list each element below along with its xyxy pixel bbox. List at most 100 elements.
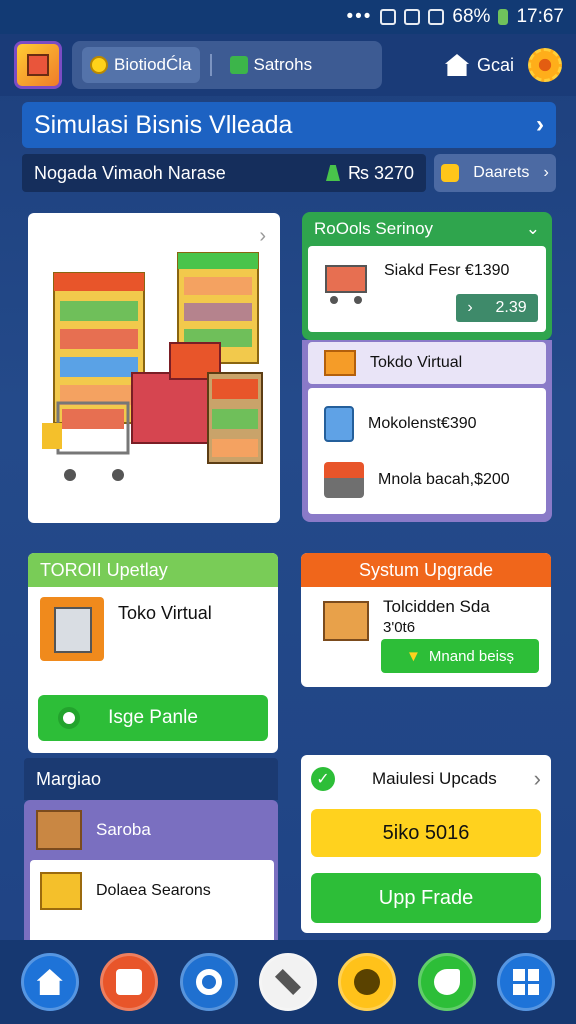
nav-grid-button[interactable] [497,953,556,1011]
app-bar: BiotiodĆla Satrohs Gcai [0,34,576,96]
store-panel: RoOols Serinoy ⌄ Siakd Fesr €1390 › 2.39 [302,212,552,340]
account-label: Gcai [476,54,514,75]
status-bar: ••• 68% 17:67 [0,0,576,34]
details-button[interactable]: Daarets › [434,154,556,192]
app-bar-actions: Gcai [444,48,562,82]
page-title: Simulasi Bisnis Vlleada [34,110,293,139]
battery-label: 68% [452,6,491,27]
module-price-button[interactable]: 5iko 5016 [311,809,541,857]
store-scene-image [42,252,263,481]
store-update-button-label: Isge Panle [108,707,198,728]
tab-divider [209,54,212,76]
store-panel-title: RoOols Serinoy [314,219,434,238]
crate-icon [36,810,82,850]
store-item-price-button[interactable]: › 2.39 [456,294,538,322]
status-dots: ••• [346,6,373,27]
tab-biotiodcla[interactable]: BiotiodĆla [82,47,200,83]
shelf-icon [40,872,82,910]
system-upgrade-button-label: Mnand beisș [428,647,514,665]
coin-icon [90,56,108,74]
page-title-bar[interactable]: Simulasi Bisnis Vlleada › [22,102,556,148]
sim-icon [380,9,397,25]
margin-panel: Saroba Dolaea Searons [24,800,278,950]
key-icon [354,969,381,995]
virtual-store-header[interactable]: Tokdo Virtual [308,342,546,384]
store-update-card: TOROII Upetlay Toko Virtual Isge Panle [28,553,278,753]
details-label: Daarets [473,164,530,181]
store-item-card[interactable]: Siakd Fesr €1390 › 2.39 [308,246,546,332]
system-upgrade-card: Systum Upgrade Tolcidden Sda 3'0t6 ▼ Mna… [301,553,551,687]
module-upgrade-header[interactable]: ✓ Maiulesi Upcads › [301,755,551,803]
list-item-label: Mnola bacah,$200 [378,471,510,488]
settings-gear-icon[interactable] [528,48,562,82]
module-upgrade-title: Maiulesi Upcads [371,769,497,788]
wrench-icon [274,969,301,995]
system-upgrade-header: Systum Upgrade [301,553,551,587]
shopping-cart-icon [325,265,367,304]
top-tabs: BiotiodĆla Satrohs [72,41,382,89]
upgrade-button[interactable]: Upp Frade [311,873,541,923]
home-icon [444,54,469,76]
can-icon [116,969,143,995]
box-icon [323,601,369,641]
system-upgrade-value: 3'0t6 [383,619,416,636]
store-update-button[interactable]: Isge Panle [38,695,268,741]
business-value: ₨ 3270 [326,163,414,184]
lightning-icon: ▼ [406,647,421,665]
phone-icon [433,969,460,995]
margin-card-label: Dolaea Searons [96,882,211,899]
tab-label: Satrohs [253,55,313,74]
margin-card[interactable]: Dolaea Searons [30,860,274,950]
nav-phone-button[interactable] [417,953,476,1011]
network-icon [404,9,421,25]
scale-icon [324,462,364,498]
business-info-bar: Nogada Vimaoh Narase ₨ 3270 [22,154,426,192]
virtual-store-panel: Tokdo Virtual Mokolenst€390 Mnola bacah,… [302,340,552,522]
nav-tools-button[interactable] [258,953,317,1011]
vending-machine-icon [40,597,104,661]
chevron-right-icon: › [533,766,541,791]
grid-icon [513,969,540,995]
system-upgrade-button[interactable]: ▼ Mnand beisș [381,639,539,673]
jar-icon [324,406,354,442]
app-logo-icon[interactable] [14,41,62,89]
business-value-text: ₨ 3270 [348,162,414,183]
money-bag-icon [326,165,340,181]
margin-row-label: Saroba [96,820,151,839]
badge-icon [441,164,460,182]
margin-row[interactable]: Saroba [36,810,151,850]
nav-inventory-button[interactable] [100,953,159,1011]
tab-satrohs[interactable]: Satrohs [222,47,321,83]
home-icon [36,969,63,995]
nav-settings-button[interactable] [179,953,238,1011]
list-item[interactable]: Mnola bacah,$200 [308,450,546,510]
expand-icon[interactable]: › [259,225,266,248]
list-item-label: Mokolenst€390 [368,415,477,432]
nav-home-button[interactable] [20,953,79,1011]
virtual-store-list: Mokolenst€390 Mnola bacah,$200 [308,388,546,514]
chevron-down-icon: ⌄ [525,219,540,238]
gear-icon [195,969,222,995]
margin-header: Margiao [24,758,278,800]
system-upgrade-title: Tolcidden Sda [383,597,490,616]
chevron-right-icon: › [467,299,473,316]
record-icon [58,707,80,729]
store-illustration: › [28,213,280,523]
leaf-icon [229,56,248,74]
store-item-label: Siakd Fesr €1390 [384,262,510,279]
virtual-store-title: Tokdo Virtual [370,354,463,371]
check-icon: ✓ [311,767,335,791]
store-update-label: Toko Virtual [118,603,212,623]
margin-card-row: Dolaea Searons [40,872,211,910]
module-upgrade-card: ✓ Maiulesi Upcads › 5iko 5016 Upp Frade [301,755,551,933]
store-panel-header[interactable]: RoOols Serinoy ⌄ [308,216,546,242]
store-item-price: 2.39 [495,299,527,316]
business-name: Nogada Vimaoh Narase [34,162,226,183]
battery-icon [498,9,509,25]
tab-label: BiotiodĆla [114,55,192,74]
store-update-header: TOROII Upetlay [28,553,278,587]
nav-key-button[interactable] [338,953,397,1011]
box-icon [324,350,356,376]
account-button[interactable]: Gcai [444,54,514,76]
list-item[interactable]: Mokolenst€390 [308,394,546,454]
